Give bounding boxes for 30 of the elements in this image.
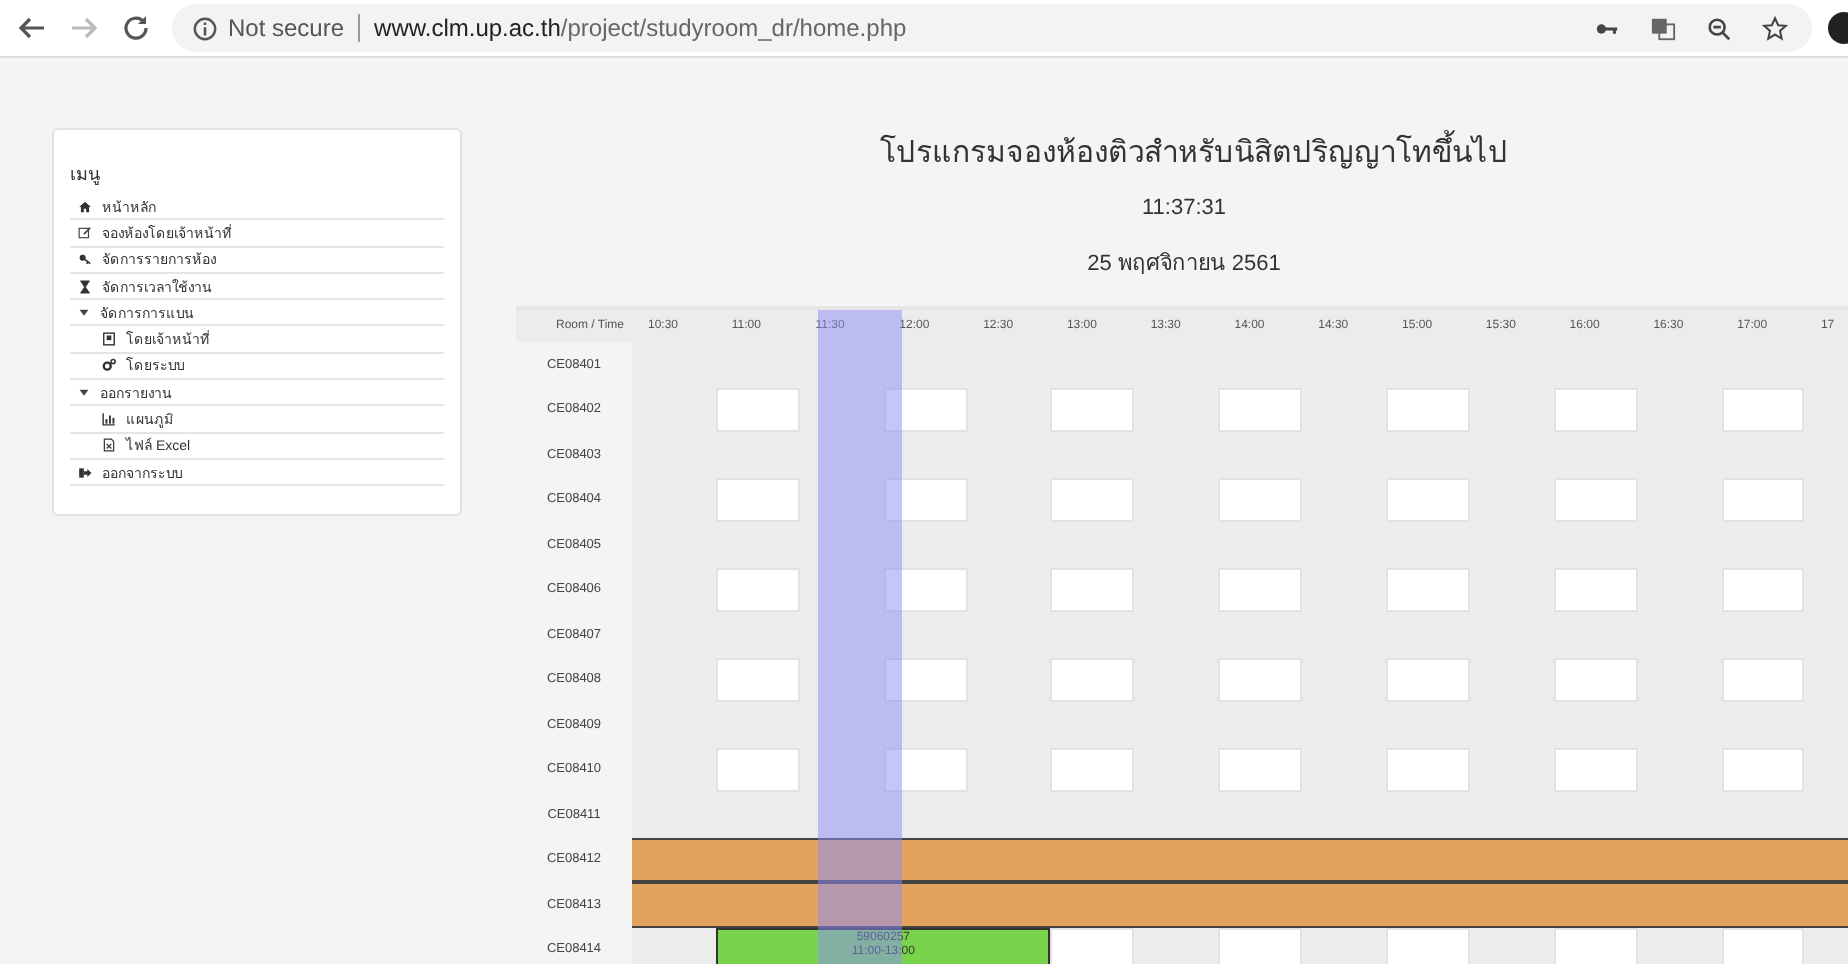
translate-icon[interactable] [1650, 15, 1676, 41]
time-slot[interactable] [1386, 927, 1470, 964]
hourglass-icon [78, 279, 92, 294]
clock-text: 11:37:31 [1139, 196, 1228, 220]
back-icon[interactable] [16, 12, 48, 44]
time-slot[interactable] [1218, 927, 1303, 964]
time-slot[interactable] [1050, 927, 1135, 964]
id-card-icon [102, 332, 116, 347]
edit-icon [78, 225, 92, 240]
date-text: 25 พฤศจิกายน 2561 [1085, 250, 1283, 280]
home-icon [78, 199, 92, 214]
time-slot[interactable] [1553, 927, 1638, 964]
star-icon[interactable] [1762, 15, 1788, 41]
info-icon [192, 15, 218, 41]
url-text: www.clm.up.ac.th/project/studyroom_dr/home.php [374, 14, 907, 42]
security-label: Not secure [228, 14, 345, 42]
address-bar[interactable]: Not secure www.clm.up.ac.th/project/studyroom_dr/home.php [172, 4, 1812, 52]
reload-icon[interactable] [120, 12, 152, 44]
gears-icon [102, 358, 116, 373]
page-title: โปรแกรมจองห้องติวสำหรับนิสิตปริญญาโทขึ้นไป [520, 128, 1848, 176]
key-icon [78, 252, 92, 267]
caret-icon [78, 386, 90, 399]
sign-out-icon [78, 465, 92, 480]
menu-title: เมนู [70, 162, 102, 188]
file-icon [102, 438, 116, 453]
time-slot[interactable] [1721, 927, 1805, 964]
zoom-icon[interactable] [1706, 15, 1732, 41]
bar-chart-icon [102, 412, 116, 427]
forward-icon[interactable] [68, 12, 100, 44]
caret-icon [78, 306, 90, 319]
